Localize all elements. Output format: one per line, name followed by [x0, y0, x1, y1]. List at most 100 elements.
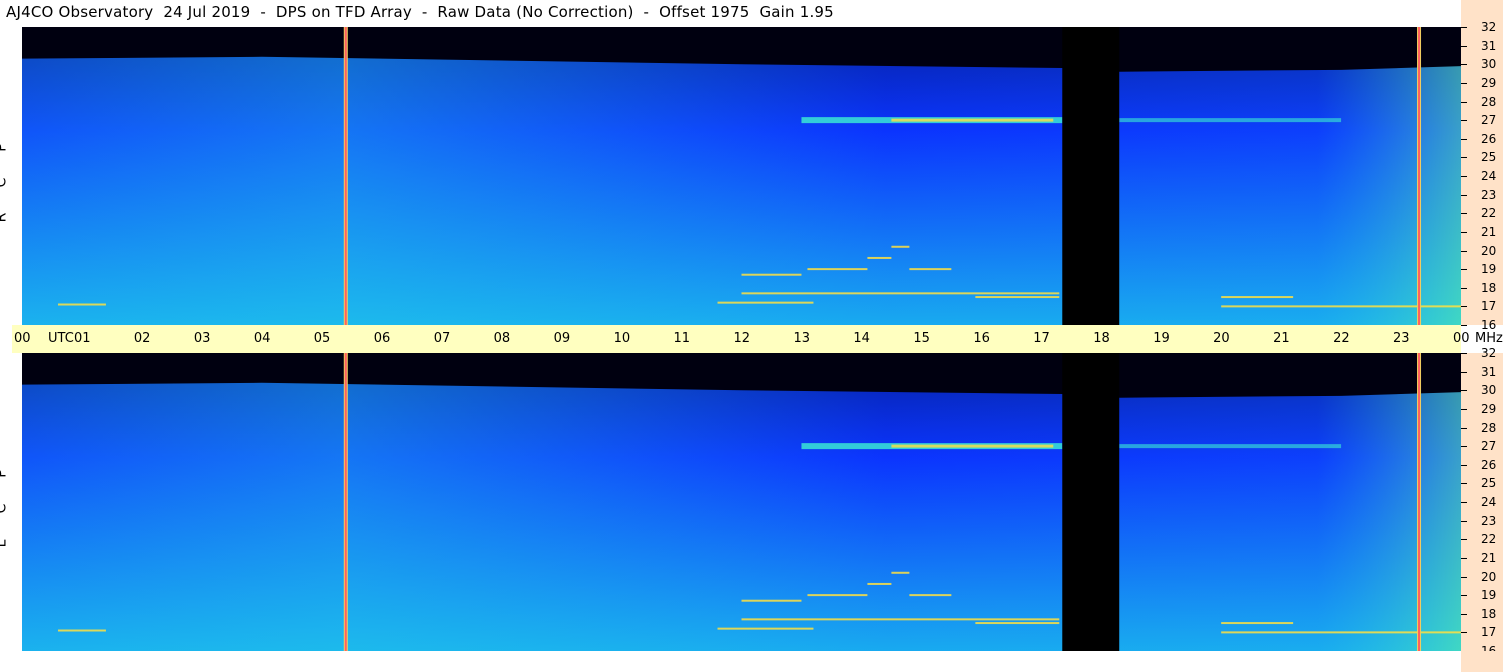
frequency-tick-text: 32	[1481, 346, 1497, 360]
frequency-tick-label: 27	[1461, 113, 1496, 127]
frequency-tick-text: 23	[1481, 513, 1497, 528]
frequency-tick-label: 20	[1461, 244, 1496, 258]
utc-tick-label: 10	[613, 331, 631, 346]
signal-trace	[891, 571, 910, 574]
signal-trace	[867, 582, 892, 585]
signal-band-27mhz-late	[1119, 118, 1342, 123]
signal-trace	[741, 273, 802, 276]
utc-tick-label: 20	[1213, 331, 1230, 346]
signal-trace	[1221, 631, 1461, 634]
frequency-tick-text: 28	[1481, 94, 1497, 109]
signal-trace	[57, 629, 106, 632]
signal-trace	[1221, 622, 1294, 625]
utc-tick-label: 06	[373, 331, 391, 346]
utc-tick-label: 14	[853, 331, 870, 346]
signal-band-27mhz-core	[891, 118, 1054, 122]
signal-trace	[57, 303, 106, 306]
utc-tick-label: 21	[1273, 331, 1290, 346]
utc-tick-label: 09	[553, 331, 571, 346]
utc-tick-label: 23	[1393, 331, 1410, 346]
frequency-tick-text: 27	[1481, 439, 1497, 454]
frequency-tick-label: 25	[1461, 150, 1496, 164]
signal-trace	[1221, 296, 1294, 299]
frequency-tick-text: 30	[1481, 383, 1497, 398]
signal-trace	[717, 627, 814, 630]
signal-trace	[807, 594, 868, 597]
rcp-spectrogram-plot	[22, 27, 1461, 325]
frequency-tick-text: 17	[1481, 299, 1497, 314]
frequency-tick-text: 31	[1481, 38, 1497, 53]
vertical-interference-core	[1418, 27, 1421, 325]
utc-tick-label: 19	[1153, 331, 1170, 346]
frequency-tick-label: 28	[1461, 95, 1496, 109]
lcp-side-label: P C L	[0, 456, 18, 561]
frequency-tick-text: 25	[1481, 476, 1497, 491]
frequency-tick-text: 18	[1481, 280, 1497, 295]
frequency-tick-label: 28	[1461, 421, 1496, 435]
frequency-tick-label: 23	[1461, 188, 1496, 202]
frequency-tick-text: 22	[1481, 532, 1497, 547]
utc-tick-label: 03	[193, 331, 211, 346]
utc-tick-label: 00	[14, 331, 31, 346]
frequency-tick-text: 32	[1481, 20, 1497, 34]
signal-trace	[909, 268, 952, 271]
frequency-tick-label: 25	[1461, 476, 1496, 490]
frequency-tick-text: 20	[1481, 243, 1497, 258]
frequency-tick-label: 19	[1461, 262, 1496, 276]
frequency-tick-text: 19	[1481, 262, 1497, 277]
lcp-frequency-axis: 3231302928272625242322212019181716	[1461, 346, 1503, 658]
frequency-tick-text: 21	[1481, 550, 1497, 565]
frequency-tick-text: 26	[1481, 457, 1497, 472]
frequency-tick-label: 22	[1461, 206, 1496, 220]
utc-tick-label: 05	[313, 331, 331, 346]
signal-trace	[891, 245, 910, 248]
utc-tick-label: 00	[1453, 331, 1470, 346]
signal-trace	[741, 599, 802, 602]
frequency-tick-label: 24	[1461, 169, 1496, 183]
lcp-spectrogram-plot	[22, 353, 1461, 651]
utc-tick-label: 22	[1333, 331, 1350, 346]
mhz-label: MHz	[1475, 331, 1503, 346]
utc-tick-label: 07	[433, 331, 451, 346]
rcp-spectrogram	[22, 27, 1461, 325]
utc-tick-label: 01	[73, 331, 91, 346]
frequency-tick-text: 21	[1481, 224, 1497, 239]
frequency-tick-label: 24	[1461, 495, 1496, 509]
data-gap	[1062, 353, 1120, 651]
signal-trace	[909, 594, 952, 597]
signal-band-27mhz-core	[891, 444, 1054, 448]
vertical-interference-core	[344, 27, 347, 325]
frequency-tick-label: 23	[1461, 514, 1496, 528]
vertical-interference-core	[1418, 353, 1421, 651]
frequency-tick-label: 21	[1461, 225, 1496, 239]
utc-tick-label: 02	[133, 331, 151, 346]
frequency-tick-label: 30	[1461, 383, 1496, 397]
frequency-tick-label: 16	[1461, 318, 1496, 332]
utc-tick-label: 16	[973, 331, 990, 346]
frequency-tick-text: 26	[1481, 131, 1497, 146]
frequency-tick-label: 22	[1461, 532, 1496, 546]
frequency-tick-text: 29	[1481, 75, 1497, 90]
frequency-tick-text: 19	[1481, 588, 1497, 603]
frequency-tick-label: 26	[1461, 458, 1496, 472]
utc-tick-label: 12	[733, 331, 751, 346]
frequency-tick-label: 17	[1461, 625, 1496, 639]
utc-label: UTC	[48, 331, 74, 346]
frequency-tick-label: 18	[1461, 607, 1496, 621]
corner-bottom	[1461, 651, 1503, 672]
frequency-tick-text: 18	[1481, 606, 1497, 621]
frequency-tick-text: 24	[1481, 495, 1497, 509]
rcp-frequency-axis: 32 31 30 29 28 27 26 25 24 23 22 21 20 19 18 17 16	[1461, 20, 1503, 332]
signal-trace	[741, 618, 1060, 621]
frequency-tick-label: 21	[1461, 551, 1496, 565]
frequency-tick-text: 24	[1481, 169, 1497, 183]
time-axis: 00 UTC 01 02 03 04 05 06 07 08 09 10 11 12 13 14 15 16 17 1…	[12, 325, 1503, 353]
frequency-tick-label: 20	[1461, 570, 1496, 584]
frequency-tick-label: 17	[1461, 299, 1496, 313]
spectrogram-overlay	[22, 353, 1461, 651]
frequency-tick-text: 22	[1481, 206, 1497, 221]
frequency-tick-text: 17	[1481, 625, 1497, 640]
frequency-tick-text: 23	[1481, 187, 1497, 202]
frequency-tick-text: 25	[1481, 150, 1497, 165]
frequency-tick-label: 26	[1461, 132, 1496, 146]
